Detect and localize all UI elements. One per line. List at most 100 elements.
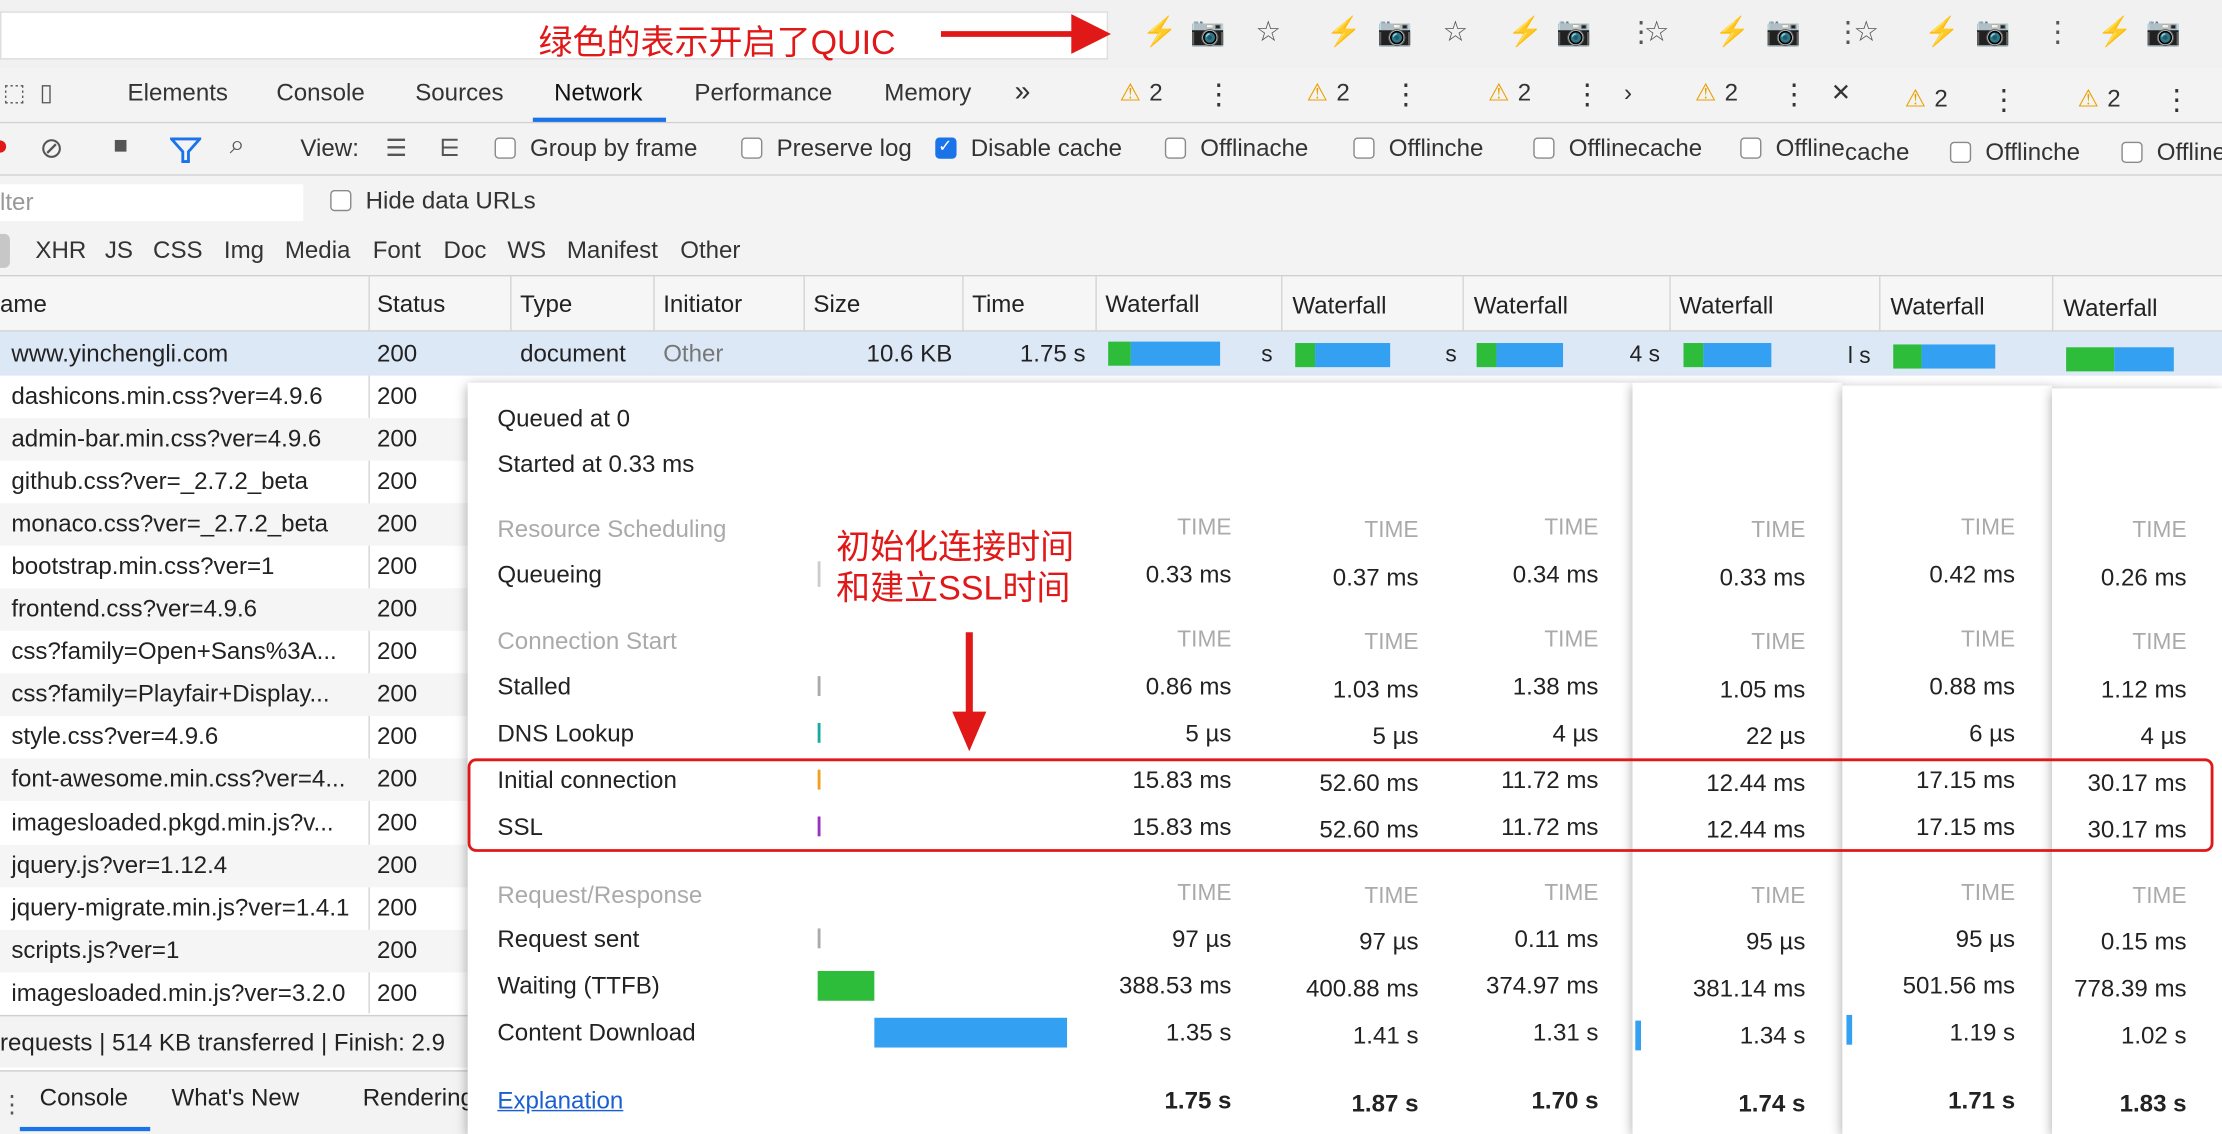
star-icon[interactable]: ☆ [1443, 14, 1468, 49]
table-row[interactable]: imagesloaded.pkgd.min.js?v... 200 [0, 802, 468, 845]
menu-dots-icon[interactable]: ⋮ [1990, 82, 2018, 117]
preserve-log-checkbox[interactable] [741, 137, 763, 159]
tab-console[interactable]: Console [276, 79, 364, 107]
type-ws[interactable]: WS [507, 237, 546, 265]
tab-performance[interactable]: Performance [694, 79, 832, 107]
group-by-frame-checkbox[interactable] [494, 137, 516, 159]
type-xhr[interactable]: XHR [35, 237, 86, 265]
type-all-button[interactable] [0, 233, 10, 268]
device-toolbar-icon[interactable]: ▯ [40, 79, 53, 107]
waterfall-download-bar[interactable] [2114, 347, 2174, 372]
warning-count[interactable]: 2 [1518, 79, 1531, 107]
table-row[interactable]: dashicons.min.css?ver=4.9.6 200 [0, 376, 468, 419]
camera-icon[interactable]: 📷 [1556, 14, 1591, 49]
table-row[interactable]: frontend.css?ver=4.9.6 200 [0, 588, 468, 631]
column-type[interactable]: Type [520, 291, 572, 319]
type-font[interactable]: Font [373, 237, 421, 265]
camera-icon[interactable]: 📷 [2145, 14, 2180, 49]
waterfall-ttfb-bar[interactable] [1683, 343, 1704, 368]
tab-memory[interactable]: Memory [884, 79, 971, 107]
waterfall-ttfb-bar[interactable] [1893, 344, 1922, 369]
offline-checkbox[interactable] [1740, 137, 1762, 159]
capture-screenshots-icon[interactable]: ■ [113, 132, 128, 160]
table-row[interactable]: monaco.css?ver=_2.7.2_beta 200 [0, 503, 468, 546]
inspect-icon[interactable]: ⬚ [3, 79, 26, 107]
request-name[interactable]: www.yinchengli.com [11, 340, 228, 368]
column-waterfall[interactable]: Waterfall [1474, 292, 1568, 320]
bolt-icon[interactable]: ⚡ [1326, 14, 1361, 49]
camera-icon[interactable]: 📷 [1190, 14, 1225, 49]
star-icon[interactable]: ☆ [1256, 14, 1281, 49]
table-row[interactable]: admin-bar.min.css?ver=4.9.6 200 [0, 418, 468, 461]
table-row[interactable]: jquery-migrate.min.js?ver=1.4.1 200 [0, 887, 468, 930]
offline-checkbox[interactable] [2121, 141, 2143, 164]
large-rows-icon[interactable]: ☰ [385, 135, 407, 163]
table-row[interactable]: css?family=Playfair+Display... 200 [0, 673, 468, 716]
waterfall-ttfb-bar[interactable] [1295, 343, 1316, 368]
warning-count[interactable]: 2 [1149, 79, 1162, 107]
column-waterfall[interactable]: Waterfall [1890, 293, 1984, 321]
waterfall-ttfb-bar[interactable] [2066, 347, 2115, 372]
table-row[interactable]: font-awesome.min.css?ver=4... 200 [0, 758, 468, 801]
star-icon[interactable]: ☆ [1644, 14, 1669, 49]
offline-checkbox[interactable] [1353, 137, 1375, 159]
type-media[interactable]: Media [285, 237, 351, 265]
waterfall-download-bar[interactable] [1130, 341, 1221, 366]
waterfall-download-bar[interactable] [1921, 344, 1996, 369]
waterfall-download-bar[interactable] [1315, 343, 1391, 368]
column-time[interactable]: Time [972, 291, 1025, 319]
warning-count[interactable]: 2 [1934, 85, 1947, 113]
column-waterfall[interactable]: Waterfall [1105, 291, 1199, 319]
menu-dots-icon[interactable]: ⋮ [2162, 82, 2190, 117]
disable-cache-checkbox[interactable] [935, 136, 957, 159]
filter-icon[interactable] [170, 136, 202, 164]
drawer-menu-icon[interactable]: ⋮ [0, 1091, 24, 1119]
record-icon[interactable]: ● [0, 130, 9, 163]
warning-count[interactable]: 2 [1336, 79, 1349, 107]
type-other[interactable]: Other [680, 237, 740, 265]
table-row[interactable]: scripts.js?ver=1 200 [0, 929, 468, 973]
star-icon[interactable]: ☆ [1854, 14, 1879, 49]
menu-dots-icon[interactable]: ⋮ [1780, 77, 1808, 112]
explanation-link[interactable]: Explanation [497, 1087, 623, 1115]
column-status[interactable]: Status [377, 291, 445, 319]
type-css[interactable]: CSS [153, 237, 203, 265]
type-img[interactable]: Img [224, 237, 264, 265]
clear-icon[interactable]: ⊘ [40, 130, 64, 165]
menu-dots-icon[interactable]: ⋮ [1573, 77, 1601, 112]
camera-icon[interactable]: 📷 [1766, 14, 1801, 49]
search-icon[interactable]: ⌕ [230, 130, 245, 161]
drawer-tab-console[interactable]: Console [40, 1084, 128, 1112]
filter-input[interactable]: lter [0, 184, 304, 222]
chevron-right-icon[interactable]: › [1624, 79, 1632, 107]
waterfall-download-bar[interactable] [1496, 343, 1564, 368]
warning-count[interactable]: 2 [2107, 85, 2120, 113]
table-row[interactable]: style.css?ver=4.9.6 200 [0, 716, 468, 759]
waterfall-ttfb-bar[interactable] [1476, 343, 1497, 368]
camera-icon[interactable]: 📷 [1377, 14, 1412, 49]
type-manifest[interactable]: Manifest [567, 237, 658, 265]
column-initiator[interactable]: Initiator [663, 291, 742, 319]
tab-sources[interactable]: Sources [415, 79, 503, 107]
table-row[interactable]: jquery.js?ver=1.12.4 200 [0, 844, 468, 888]
menu-dots-icon[interactable]: ⋮ [1205, 77, 1233, 112]
waterfall-download-bar[interactable] [1703, 343, 1772, 368]
table-row[interactable]: css?family=Open+Sans%3A... 200 [0, 631, 468, 674]
bolt-icon[interactable]: ⚡ [1508, 14, 1543, 49]
column-size[interactable]: Size [813, 291, 860, 319]
camera-icon[interactable]: 📷 [1975, 14, 2010, 49]
close-icon[interactable]: ✕ [1831, 79, 1851, 107]
table-row[interactable]: imagesloaded.min.js?ver=3.2.0 200 [0, 972, 468, 1015]
tab-network[interactable]: Network [554, 79, 642, 107]
overview-icon[interactable]: ⋿ [439, 135, 460, 163]
column-waterfall[interactable]: Waterfall [1679, 292, 1773, 320]
hide-data-urls-checkbox[interactable] [330, 189, 352, 212]
offline-checkbox[interactable] [1533, 137, 1555, 159]
bolt-icon[interactable]: ⚡ [1142, 14, 1177, 49]
tab-elements[interactable]: Elements [128, 79, 228, 107]
table-row[interactable]: bootstrap.min.css?ver=1 200 [0, 546, 468, 589]
offline-checkbox[interactable] [1164, 137, 1187, 159]
bolt-icon[interactable]: ⚡ [1924, 14, 1959, 49]
type-js[interactable]: JS [105, 237, 133, 265]
drawer-tab-whats-new[interactable]: What's New [171, 1084, 299, 1112]
